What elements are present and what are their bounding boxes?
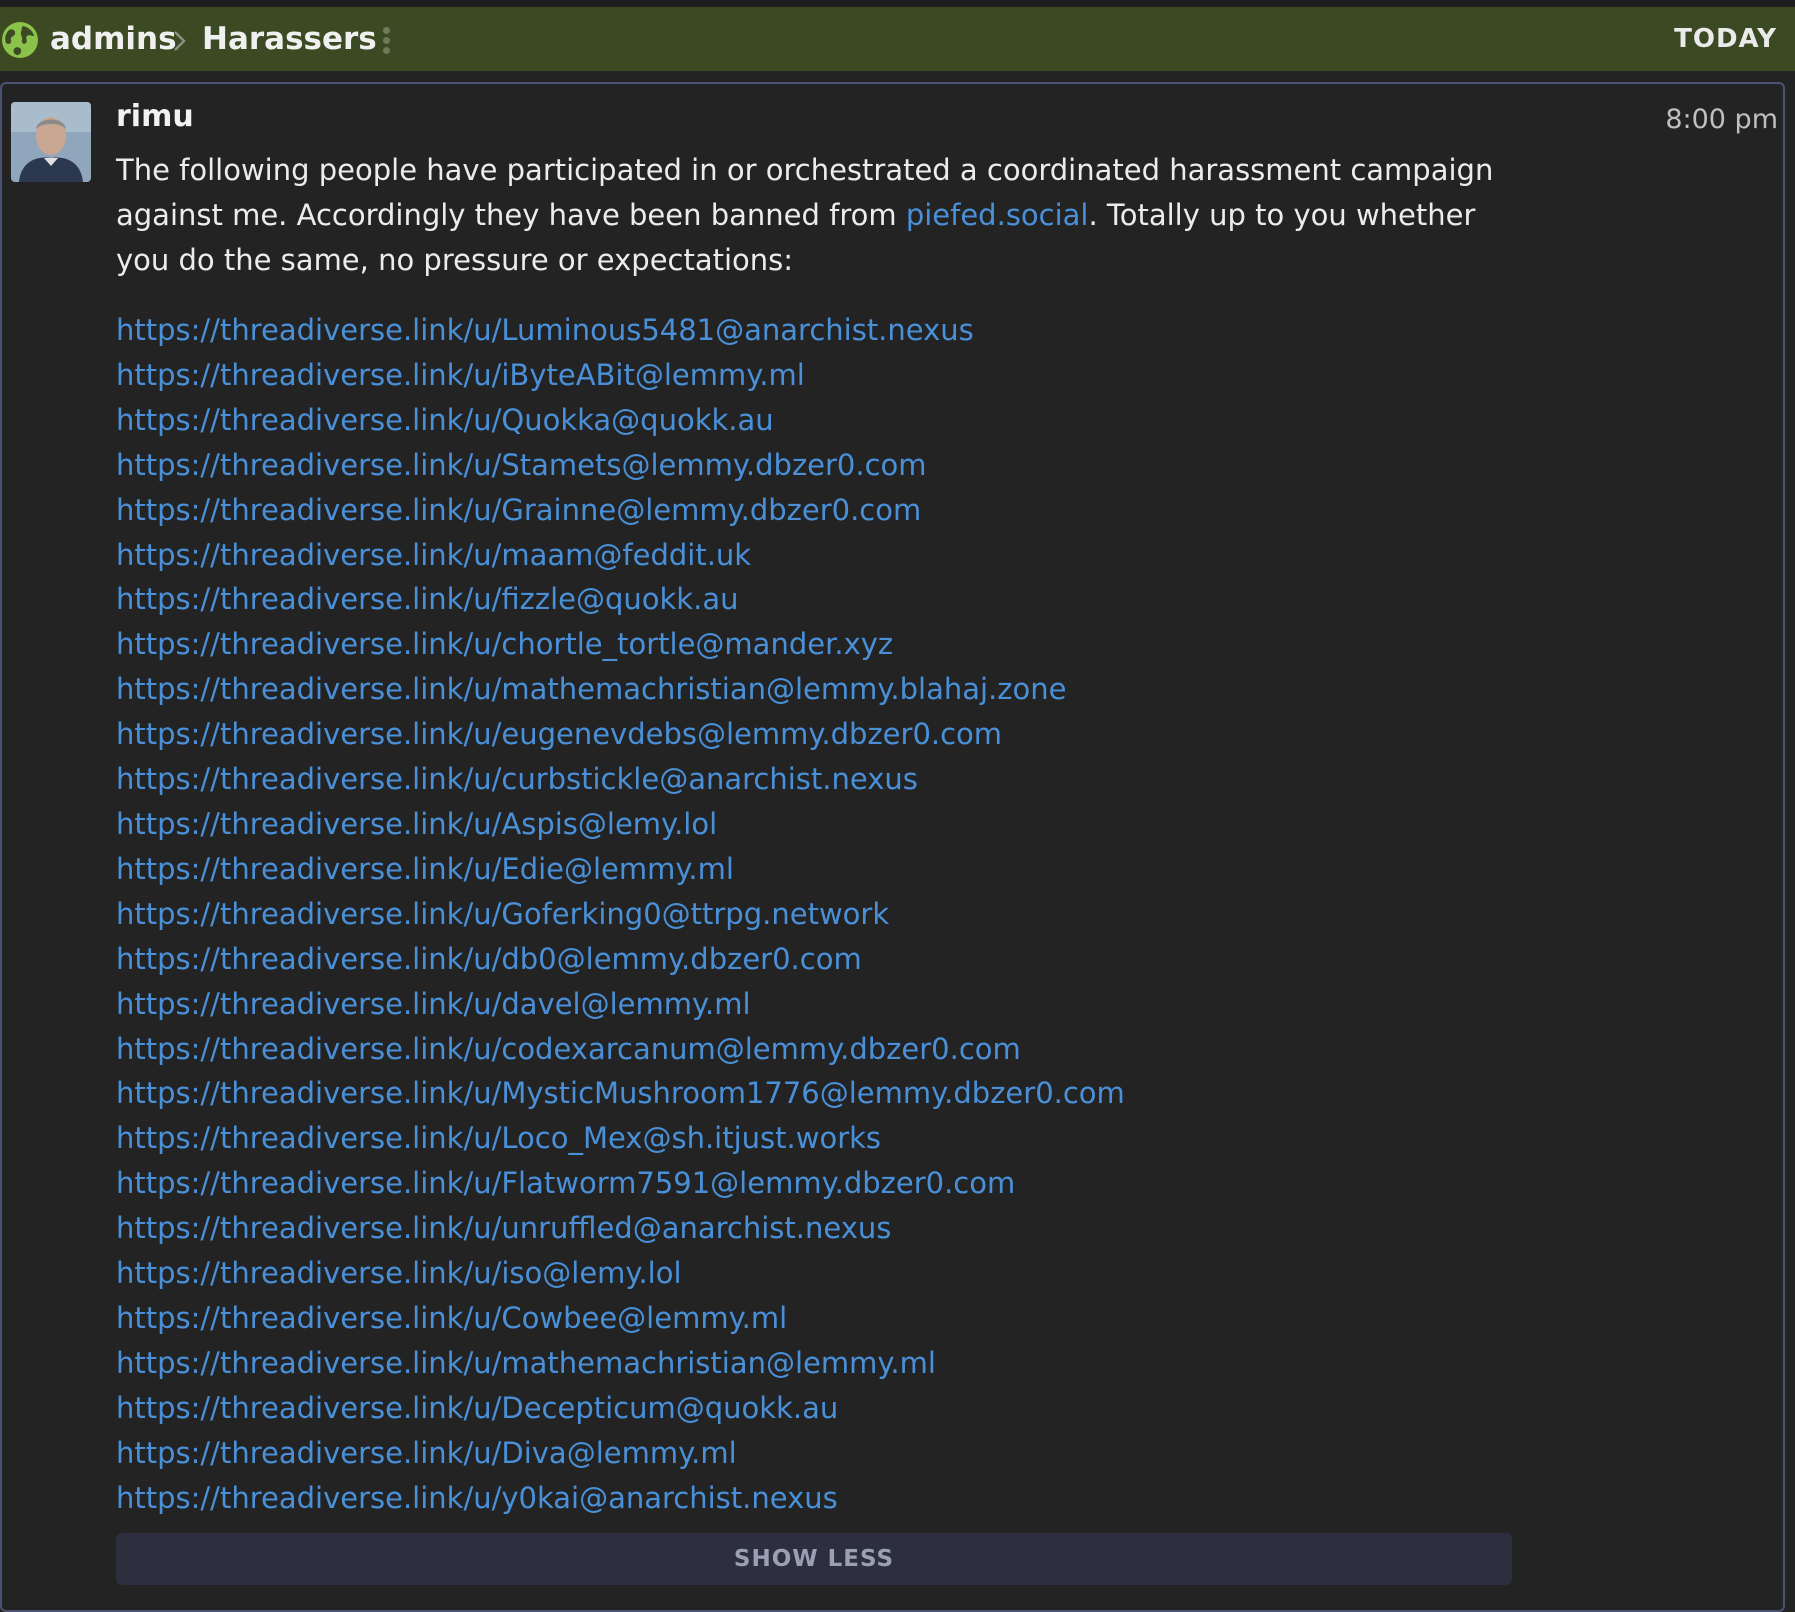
channel-header: admins Harassers TODAY	[0, 7, 1795, 71]
avatar[interactable]	[11, 102, 91, 182]
harasser-profile-link[interactable]: https://threadiverse.link/u/Edie@lemmy.m…	[116, 847, 1516, 892]
harasser-profile-link[interactable]: https://threadiverse.link/u/Goferking0@t…	[116, 892, 1516, 937]
kebab-menu-icon[interactable]	[378, 27, 394, 59]
harasser-profile-link[interactable]: https://threadiverse.link/u/mathemachris…	[116, 1341, 1516, 1386]
harasser-profile-link[interactable]: https://threadiverse.link/u/chortle_tort…	[116, 622, 1516, 667]
breadcrumb-harassers[interactable]: Harassers	[202, 19, 377, 59]
harasser-profile-link[interactable]: https://threadiverse.link/u/db0@lemmy.db…	[116, 937, 1516, 982]
show-less-button[interactable]: SHOW LESS	[116, 1533, 1512, 1585]
message-author[interactable]: rimu	[116, 97, 194, 137]
harasser-profile-link[interactable]: https://threadiverse.link/u/Aspis@lemy.l…	[116, 802, 1516, 847]
harasser-profile-link[interactable]: https://threadiverse.link/u/curbstickle@…	[116, 757, 1516, 802]
breadcrumb-admins[interactable]: admins	[50, 19, 177, 59]
globe-icon	[2, 22, 38, 58]
harasser-profile-link[interactable]: https://threadiverse.link/u/iso@lemy.lol	[116, 1251, 1516, 1296]
harasser-profile-link[interactable]: https://threadiverse.link/u/mathemachris…	[116, 667, 1516, 712]
harasser-profile-link[interactable]: https://threadiverse.link/u/fizzle@quokk…	[116, 577, 1516, 622]
harasser-profile-link[interactable]: https://threadiverse.link/u/codexarcanum…	[116, 1027, 1516, 1072]
window-top-edge	[0, 0, 1795, 7]
piefed-social-link[interactable]: piefed.social	[906, 198, 1089, 232]
harasser-link-list: https://threadiverse.link/u/Luminous5481…	[116, 308, 1516, 1520]
harasser-profile-link[interactable]: https://threadiverse.link/u/davel@lemmy.…	[116, 982, 1516, 1027]
harasser-profile-link[interactable]: https://threadiverse.link/u/eugenevdebs@…	[116, 712, 1516, 757]
harasser-profile-link[interactable]: https://threadiverse.link/u/Decepticum@q…	[116, 1386, 1516, 1431]
chevron-right-icon	[174, 31, 186, 51]
date-separator-label: TODAY	[1674, 24, 1777, 54]
harasser-profile-link[interactable]: https://threadiverse.link/u/maam@feddit.…	[116, 533, 1516, 578]
harasser-profile-link[interactable]: https://threadiverse.link/u/Quokka@quokk…	[116, 398, 1516, 443]
message-intro: The following people have participated i…	[116, 148, 1516, 283]
harasser-profile-link[interactable]: https://threadiverse.link/u/MysticMushro…	[116, 1071, 1516, 1116]
harasser-profile-link[interactable]: https://threadiverse.link/u/y0kai@anarch…	[116, 1476, 1516, 1521]
harasser-profile-link[interactable]: https://threadiverse.link/u/unruffled@an…	[116, 1206, 1516, 1251]
harasser-profile-link[interactable]: https://threadiverse.link/u/Diva@lemmy.m…	[116, 1431, 1516, 1476]
harasser-profile-link[interactable]: https://threadiverse.link/u/Stamets@lemm…	[116, 443, 1516, 488]
harasser-profile-link[interactable]: https://threadiverse.link/u/Loco_Mex@sh.…	[116, 1116, 1516, 1161]
harasser-profile-link[interactable]: https://threadiverse.link/u/Cowbee@lemmy…	[116, 1296, 1516, 1341]
harasser-profile-link[interactable]: https://threadiverse.link/u/Grainne@lemm…	[116, 488, 1516, 533]
harasser-profile-link[interactable]: https://threadiverse.link/u/Luminous5481…	[116, 308, 1516, 353]
harasser-profile-link[interactable]: https://threadiverse.link/u/Flatworm7591…	[116, 1161, 1516, 1206]
harasser-profile-link[interactable]: https://threadiverse.link/u/iByteABit@le…	[116, 353, 1516, 398]
message-timestamp: 8:00 pm	[1665, 104, 1778, 135]
